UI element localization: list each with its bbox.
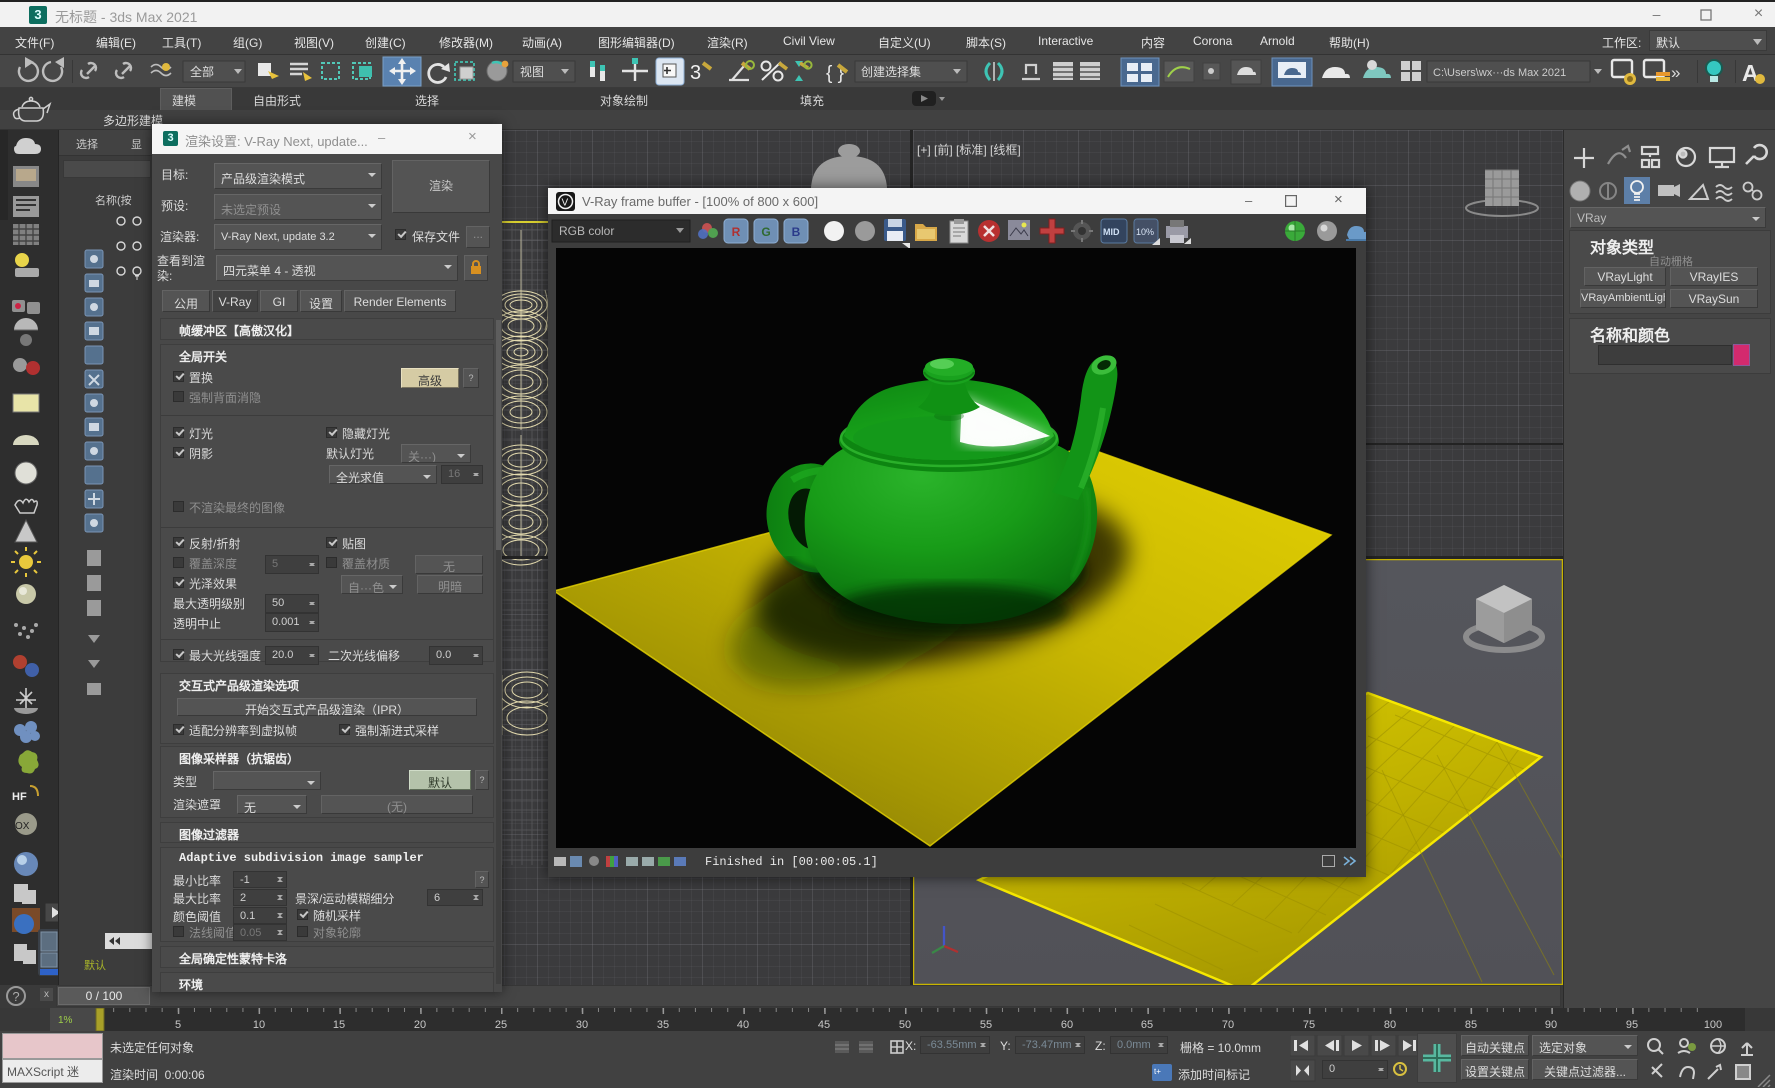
- svg-text:75: 75: [1303, 1019, 1315, 1031]
- svg-text:90: 90: [1545, 1019, 1557, 1031]
- svg-text:RGB color: RGB color: [559, 224, 614, 238]
- svg-text:15: 15: [333, 1019, 345, 1031]
- svg-text:40: 40: [737, 1019, 749, 1031]
- svg-text:35: 35: [657, 1019, 669, 1031]
- svg-text:HF: HF: [12, 791, 27, 803]
- svg-text:30: 30: [576, 1019, 588, 1031]
- svg-text:55: 55: [980, 1019, 992, 1031]
- svg-text:3: 3: [690, 62, 701, 84]
- svg-text:1%: 1%: [58, 1015, 73, 1026]
- svg-text:B: B: [792, 225, 801, 239]
- svg-text:20: 20: [414, 1019, 426, 1031]
- svg-text:OX: OX: [15, 821, 30, 832]
- svg-text:5: 5: [175, 1019, 181, 1031]
- svg-text:95: 95: [1626, 1019, 1638, 1031]
- svg-text:»: »: [1671, 63, 1680, 82]
- svg-text:视图: 视图: [520, 64, 544, 79]
- svg-text:50: 50: [899, 1019, 911, 1031]
- svg-text:10%: 10%: [1136, 227, 1154, 237]
- svg-text:全部: 全部: [190, 64, 214, 79]
- svg-text:70: 70: [1222, 1019, 1234, 1031]
- svg-text:25: 25: [495, 1019, 507, 1031]
- svg-text:45: 45: [818, 1019, 830, 1031]
- svg-text:C:\Users\wx···ds Max 2021: C:\Users\wx···ds Max 2021: [1433, 67, 1566, 79]
- svg-text:G: G: [761, 225, 770, 239]
- svg-text:80: 80: [1384, 1019, 1396, 1031]
- svg-text:MID: MID: [1103, 227, 1120, 237]
- svg-text:10: 10: [253, 1019, 265, 1031]
- svg-text:65: 65: [1141, 1019, 1153, 1031]
- svg-text:60: 60: [1061, 1019, 1073, 1031]
- svg-text:100: 100: [1704, 1019, 1722, 1031]
- svg-text:R: R: [732, 225, 741, 239]
- svg-text:85: 85: [1465, 1019, 1477, 1031]
- svg-text:[+] [前] [标准] [线框]: [+] [前] [标准] [线框]: [917, 142, 1021, 157]
- svg-text:创建选择集: 创建选择集: [861, 64, 921, 79]
- svg-text:V: V: [562, 198, 569, 209]
